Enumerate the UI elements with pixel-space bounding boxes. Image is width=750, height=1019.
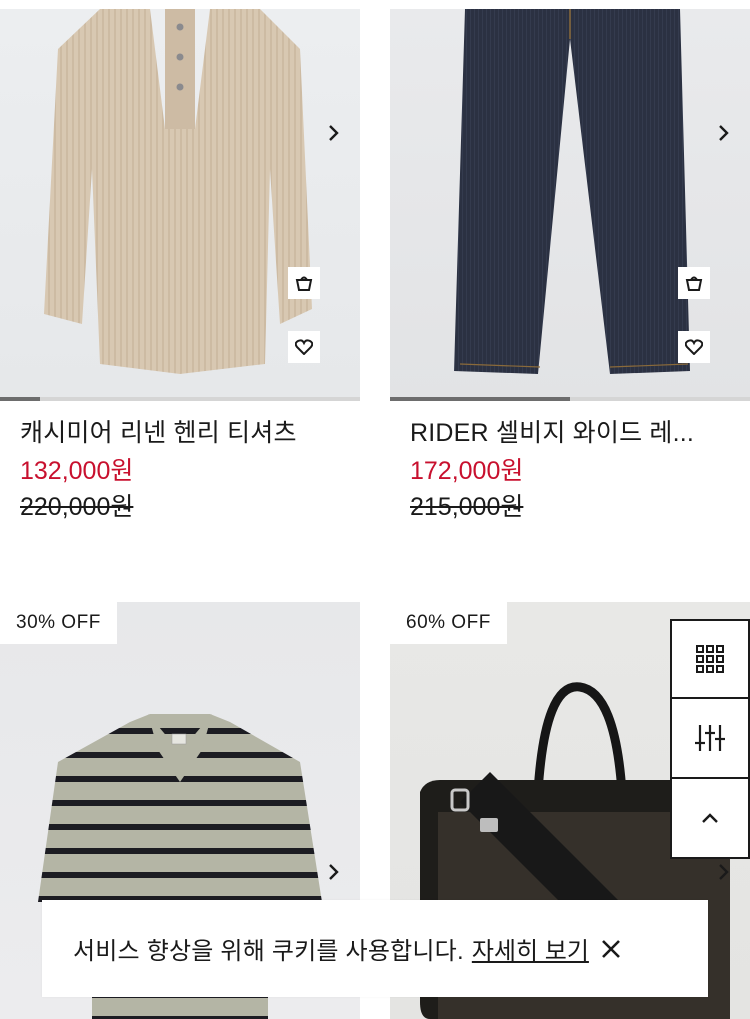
cookie-banner: 서비스 향상을 위해 쿠키를 사용합니다. 자세히 보기: [42, 900, 708, 997]
cookie-message: 서비스 향상을 위해 쿠키를 사용합니다.: [73, 938, 464, 965]
add-to-cart-button[interactable]: [288, 267, 320, 299]
chevron-right-icon: [719, 125, 729, 141]
filter-sliders-icon: [695, 725, 725, 751]
next-image-button[interactable]: [712, 121, 736, 145]
product-card[interactable]: RIDER 셀비지 와이드 레... 172,000원 215,000원: [390, 0, 750, 522]
chevron-right-icon: [719, 864, 729, 880]
heart-icon: [295, 339, 313, 355]
grid-view-icon: [696, 645, 724, 673]
sale-price: 132,000원: [20, 457, 134, 485]
scroll-to-top-button[interactable]: [670, 779, 750, 859]
wishlist-button[interactable]: [288, 331, 320, 363]
discount-badge: 30% OFF: [0, 602, 117, 644]
image-carousel-progress: [0, 397, 360, 401]
heart-icon: [685, 339, 703, 355]
original-price: 215,000원: [410, 493, 524, 521]
wishlist-button[interactable]: [678, 331, 710, 363]
next-image-button[interactable]: [322, 860, 346, 884]
product-name[interactable]: 캐시미어 리넨 헨리 티셔츠: [20, 418, 340, 448]
product-card[interactable]: 캐시미어 리넨 헨리 티셔츠 132,000원 220,000원: [0, 0, 360, 522]
chevron-up-icon: [702, 813, 718, 823]
chevron-right-icon: [329, 125, 339, 141]
floating-controls: [670, 619, 750, 859]
image-carousel-progress: [390, 397, 750, 401]
sale-price: 172,000원: [410, 457, 524, 485]
product-image[interactable]: [390, 9, 750, 401]
discount-badge: 60% OFF: [390, 602, 507, 644]
cookie-close-button[interactable]: [599, 937, 623, 961]
cookie-details-link[interactable]: 자세히 보기: [472, 931, 589, 966]
filter-button[interactable]: [670, 699, 750, 779]
original-price: 220,000원: [20, 493, 134, 521]
add-to-cart-button[interactable]: [678, 267, 710, 299]
grid-view-button[interactable]: [670, 619, 750, 699]
product-name[interactable]: RIDER 셀비지 와이드 레...: [410, 418, 730, 448]
next-image-button[interactable]: [322, 121, 346, 145]
next-image-button[interactable]: [712, 860, 736, 884]
chevron-right-icon: [329, 864, 339, 880]
shopping-bag-icon: [295, 276, 313, 291]
shopping-bag-icon: [685, 276, 703, 291]
close-icon: [601, 939, 620, 958]
product-image[interactable]: [0, 9, 360, 401]
